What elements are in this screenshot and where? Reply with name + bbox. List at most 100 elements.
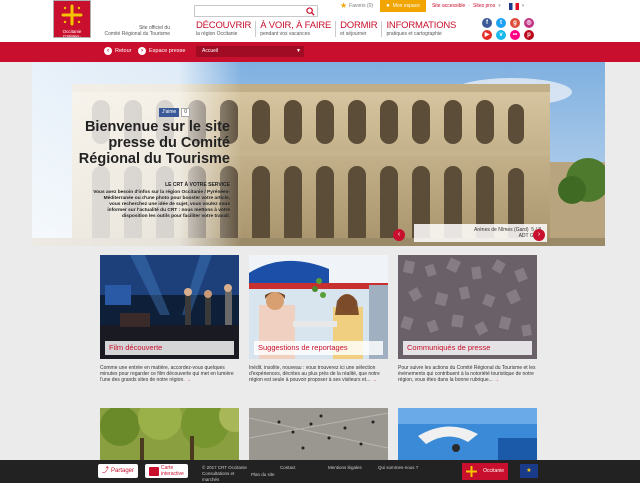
carte-label: Carte interactive [161,465,184,477]
card-row2-1[interactable] [100,408,239,460]
sites-pros-link[interactable]: Sites pros [473,3,495,9]
arrow-right-icon[interactable]: → [186,377,191,383]
nav-sub-label: et séjourner [340,31,367,37]
facebook-icon[interactable]: f [482,18,492,28]
nav-main-label: DÉCOUVRIR [196,20,252,31]
mentions-legales-link[interactable]: Mentions légales [328,465,362,471]
page: Occitanie PYRÉNÉES - MÉDITERRANÉE Site o… [0,0,640,483]
chevron-down-icon: ▼ [296,48,301,54]
fb-like-button[interactable]: J'aime [159,108,180,117]
user-icon: ● [386,3,390,9]
slider-prev-icon[interactable]: ‹ [393,229,405,241]
partager-button[interactable]: ⤴ Partager [98,464,139,478]
nav-sub-label: pratiques et cartographie [386,31,442,37]
nav-main-label: DORMIR [340,20,378,31]
espace-presse-label: Espace presse [149,48,186,54]
twitter-icon[interactable]: t [496,18,506,28]
search-input[interactable] [194,5,318,17]
vimeo-icon[interactable]: v [496,30,506,40]
plan-du-site-link[interactable]: Plan du site [251,472,275,478]
pinterest-icon[interactable]: p [524,30,534,40]
square-aerial-photo [249,408,388,460]
paragliding-photo [398,408,537,460]
share-icon: ⤴ [102,467,109,474]
select-value: Accueil [202,48,219,54]
card-image[interactable]: Film découverte [100,255,239,359]
youtube-icon[interactable]: ▶ [482,30,492,40]
footer-occitanie-logo[interactable]: Occitanie [462,463,508,480]
press-icon: › [138,47,146,55]
mon-espace-label: Mon espace [392,3,420,9]
forest-photo [100,408,239,460]
card-row2-3[interactable] [398,408,537,460]
french-flag-icon[interactable] [508,2,519,10]
caption-credit: ADT Gard [518,233,541,239]
occitan-cross-icon [61,4,83,26]
favoris-label: Favoris (0) [349,3,374,9]
hero-title: Bienvenue sur le site presse du Comité R… [78,119,230,167]
carte-interactive-button[interactable]: Carte interactive [145,464,188,478]
hero-kicker: LE CRT À VOTRE SERVICE [165,182,230,188]
slider-next-icon[interactable]: › [533,229,545,241]
consultations-link[interactable]: Consultations et marchés [202,471,246,482]
card-description: Inédit, insolite, nouveau : vous trouver… [249,365,388,383]
chevron-down-icon[interactable]: ▾ [498,3,501,9]
card-desc-text: Pour suivre les actions du Comité Région… [398,365,536,383]
site-footer: ⤴ Partager Carte interactive © 2017 CRT … [0,460,640,483]
language-chevron-icon[interactable]: ▾ [522,3,525,9]
google-plus-icon[interactable]: g [510,18,520,28]
site-header: Occitanie PYRÉNÉES - MÉDITERRANÉE Site o… [0,0,640,43]
card-row2-2[interactable] [249,408,388,460]
instagram-icon[interactable]: ◎ [524,18,534,28]
nav-sub-label: pendant vos vacances [260,31,310,37]
card-image[interactable]: Communiqués de presse [398,255,537,359]
site-official-label: Site officiel du Comité Régional du Tour… [100,25,171,37]
star-icon: ★ [340,1,348,10]
hero-slider: J'aime 0 Bienvenue sur le site presse du… [32,62,605,246]
card-desc-text: Comme une entrée en matière, accordez-vo… [100,365,234,383]
card-description: Comme une entrée en matière, accordez-vo… [100,365,239,383]
nav-decouvrir[interactable]: DÉCOUVRIR la région Occitanie [196,20,255,38]
arrow-right-icon[interactable]: → [372,377,377,383]
card-image[interactable]: Suggestions de reportages [249,255,388,359]
main-nav: DÉCOUVRIR la région Occitanie À VOIR, À … [196,21,460,37]
card-label[interactable]: Communiqués de presse [403,341,532,355]
card-film-decouverte[interactable]: Film découverte Comme une entrée en mati… [100,255,239,383]
arrow-right-icon[interactable]: → [494,377,499,383]
occitanie-logo[interactable]: Occitanie PYRÉNÉES - MÉDITERRANÉE [53,0,91,43]
mon-espace-button[interactable]: ● Mon espace [380,0,426,12]
card-communiques-presse[interactable]: Communiqués de presse Pour suivre les ac… [398,255,537,383]
nav-a-voir-a-faire[interactable]: À VOIR, À FAIRE pendant vos vacances [255,21,335,37]
slide-caption: Arènes de Nîmes (Gard) 5 / 8 ADT Gard [414,224,547,242]
breadcrumb-bar: ‹ Retour › Espace presse Accueil ▼ [0,42,640,62]
facebook-like-widget[interactable]: J'aime 0 [159,108,191,117]
retour-label: Retour [115,48,132,54]
contact-link[interactable]: Contact [280,465,296,471]
site-accessible-link[interactable]: Site accessible [432,3,465,9]
nav-main-label: INFORMATIONS [386,20,457,31]
map-icon [149,466,159,476]
top-utility-bar: ★ Favoris (0) ● Mon espace Site accessib… [340,0,524,12]
occitan-cross-icon [466,466,477,477]
footer-logo-text: Occitanie [483,468,504,474]
card-description: Pour suivre les actions du Comité Région… [398,365,537,383]
search-icon[interactable] [306,7,315,16]
hero-description: Vous avez besoin d'infos sur la région O… [93,190,230,219]
social-icons: f t g ◎ ▶ v •• p [482,18,538,40]
favoris-link[interactable]: ★ Favoris (0) [340,2,373,10]
card-label[interactable]: Suggestions de reportages [254,341,383,355]
nav-dormir[interactable]: DORMIR et séjourner [335,21,381,37]
card-suggestions-reportages[interactable]: Suggestions de reportages Inédit, insoli… [249,255,388,383]
nav-informations[interactable]: INFORMATIONS pratiques et cartographie [381,21,460,37]
separator: - [468,3,470,9]
fb-like-count: 0 [181,108,191,117]
retour-link[interactable]: ‹ Retour [104,47,132,55]
copyright: © 2017 CRT Occitanie [202,465,247,470]
flickr-icon[interactable]: •• [510,30,520,40]
site-official-line2: Comité Régional du Tourisme [104,31,171,37]
espace-presse-link[interactable]: › Espace presse [138,47,185,55]
card-label[interactable]: Film découverte [105,341,234,355]
section-select[interactable]: Accueil ▼ [196,46,304,57]
nav-sub-label: la région Occitanie [196,31,238,37]
qui-sommes-nous-link[interactable]: Qui sommes-nous ? [378,465,418,471]
